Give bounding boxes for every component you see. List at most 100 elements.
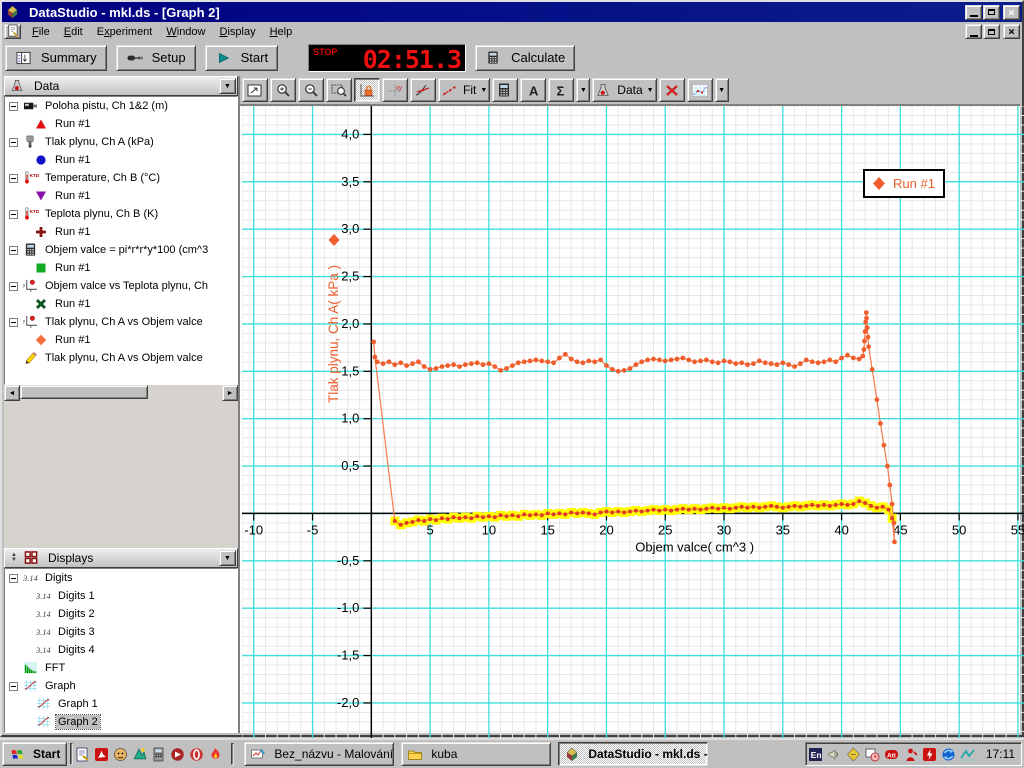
summary-button[interactable]: Summary	[5, 45, 107, 71]
splitter-arrows-icon[interactable]: ▲▼	[9, 553, 19, 563]
zoom-in-button[interactable]	[270, 78, 296, 102]
menu-window[interactable]: Window	[159, 24, 212, 40]
displays-panel-header[interactable]: ▲▼ Displays ▼	[4, 548, 238, 568]
data-tree-item[interactable]: yxObjem valce vs Teplota plynu, Ch	[5, 277, 237, 295]
start-menu-button[interactable]: Start	[2, 742, 67, 766]
data-panel-header[interactable]: Data ▼	[4, 76, 238, 96]
collapse-box[interactable]	[9, 174, 18, 183]
menu-file[interactable]: File	[25, 24, 57, 40]
displays-tree-item[interactable]: 3.14Digits	[5, 569, 237, 587]
quick-launch-wordpad[interactable]	[76, 743, 95, 765]
tray-volume[interactable]	[829, 746, 846, 762]
displays-tree-item[interactable]: Graph	[5, 677, 237, 695]
quick-launch-realplayer[interactable]	[171, 743, 190, 765]
statistics-dropdown-button[interactable]: ▼	[576, 78, 590, 102]
collapse-box[interactable]	[9, 282, 18, 291]
run-item[interactable]: Run #1	[5, 295, 237, 313]
displays-tree-child-item[interactable]: 3.14Digits 1	[5, 587, 237, 605]
displays-tree-item[interactable]: Histogram	[5, 731, 237, 733]
task-button[interactable]: kuba	[401, 742, 551, 766]
data-dropdown-button[interactable]: ▼	[219, 78, 236, 94]
collapse-box[interactable]	[9, 210, 18, 219]
quick-launch-imaging[interactable]	[133, 743, 152, 765]
collapse-box[interactable]	[9, 682, 18, 691]
mdi-close-button[interactable]: ×	[1003, 24, 1020, 39]
displays-tree-item[interactable]: FFT	[5, 659, 237, 677]
quick-launch-calculator-app[interactable]	[152, 743, 171, 765]
data-tree-hscrollbar[interactable]: ◄ ►	[4, 385, 238, 548]
tray-lang-en[interactable]: En	[810, 746, 827, 762]
zoom-select-button[interactable]	[326, 78, 352, 102]
tray-ati[interactable]: Ati	[886, 746, 903, 762]
quick-launch-opera[interactable]	[190, 743, 209, 765]
tray-task-clock[interactable]	[867, 746, 884, 762]
data-tree-item[interactable]: Tlak plynu, Ch A vs Objem valce	[5, 349, 237, 367]
fit-menu-button[interactable]: Fit▼	[438, 78, 490, 102]
menu-edit[interactable]: Edit	[57, 24, 90, 40]
run-item[interactable]: Run #1	[5, 223, 237, 241]
data-tree-item[interactable]: yxTlak plynu, Ch A vs Objem valce	[5, 313, 237, 331]
data-tree-item[interactable]: KTDTeplota plynu, Ch B (K)	[5, 205, 237, 223]
delete-button[interactable]	[659, 78, 685, 102]
scroll-left-button[interactable]: ◄	[4, 385, 20, 401]
tray-power-flash[interactable]	[924, 746, 941, 762]
collapse-box[interactable]	[9, 246, 18, 255]
data-tree-item[interactable]: Objem valce = pi*r*r*y*100 (cm^3	[5, 241, 237, 259]
displays-dropdown-button[interactable]: ▼	[219, 550, 236, 566]
minimize-button[interactable]	[965, 5, 982, 20]
document-icon[interactable]	[4, 24, 21, 39]
setup-button[interactable]: Setup	[116, 45, 196, 71]
chart-svg[interactable]: -2,0-1,5-1,0-0,50,51,01,52,02,53,03,54,0…	[242, 106, 1024, 738]
titlebar[interactable]: DataStudio - mkl.ds - [Graph 2] ×	[2, 2, 1022, 22]
collapse-box[interactable]	[9, 138, 18, 147]
text-note-button[interactable]: A	[520, 78, 546, 102]
slope-tool-button[interactable]	[410, 78, 436, 102]
scroll-right-button[interactable]: ►	[222, 385, 238, 401]
collapse-box[interactable]	[9, 318, 18, 327]
quick-launch-flame[interactable]	[209, 743, 228, 765]
displays-tree-child-item[interactable]: 3.14Digits 2	[5, 605, 237, 623]
scrollbar-thumb[interactable]	[20, 385, 148, 399]
collapse-box[interactable]	[9, 102, 18, 111]
run-item[interactable]: Run #1	[5, 115, 237, 133]
data-tree-item[interactable]: KTDTemperature, Ch B (°C)	[5, 169, 237, 187]
restore-button[interactable]	[983, 5, 1000, 20]
mdi-minimize-button[interactable]	[965, 24, 982, 39]
tray-red-man[interactable]	[905, 746, 922, 762]
menu-display[interactable]: Display	[213, 24, 263, 40]
data-tree-item[interactable]: Tlak plynu, Ch A (kPa)	[5, 133, 237, 151]
start-button[interactable]: Start	[205, 45, 278, 71]
statistics-button[interactable]: Σ	[548, 78, 574, 102]
tray-globe-arrows[interactable]	[943, 746, 960, 762]
graph-settings-button[interactable]	[687, 78, 713, 102]
run-item[interactable]: Run #1	[5, 331, 237, 349]
data-menu-button[interactable]: Data▼	[592, 78, 656, 102]
data-tree-item[interactable]: Poloha pistu, Ch 1&2 (m)	[5, 97, 237, 115]
calculate-button[interactable]: Calculate	[475, 45, 575, 71]
calculate-button[interactable]	[492, 78, 518, 102]
quick-launch-winamp[interactable]	[114, 743, 133, 765]
tray-shield-yellow[interactable]	[848, 746, 865, 762]
run-item[interactable]: Run #1	[5, 259, 237, 277]
xy-tool-button[interactable]: xy	[382, 78, 408, 102]
task-button[interactable]: DataStudio - mkl.ds - ...	[558, 742, 708, 766]
displays-tree-child-item[interactable]: 3.14Digits 3	[5, 623, 237, 641]
scale-to-fit-button[interactable]	[242, 78, 268, 102]
close-button[interactable]: ×	[1003, 5, 1020, 20]
menu-experiment[interactable]: Experiment	[90, 24, 160, 40]
collapse-box[interactable]	[9, 574, 18, 583]
displays-tree-child-item[interactable]: 3.14Digits 4	[5, 641, 237, 659]
zoom-out-button[interactable]	[298, 78, 324, 102]
displays-tree-child-item[interactable]: Graph 2	[5, 713, 237, 731]
run-item[interactable]: Run #1	[5, 151, 237, 169]
graph-settings-dropdown-button[interactable]: ▼	[715, 78, 729, 102]
smart-tool-button[interactable]	[354, 78, 380, 102]
chart-area[interactable]: -2,0-1,5-1,0-0,50,51,01,52,02,53,03,54,0…	[240, 106, 1020, 733]
run-item[interactable]: Run #1	[5, 187, 237, 205]
displays-tree-child-item[interactable]: Graph 1	[5, 695, 237, 713]
menu-help[interactable]: Help	[263, 24, 300, 40]
quick-launch-acrobat[interactable]	[95, 743, 114, 765]
legend[interactable]: Run #1	[864, 170, 944, 197]
tray-wave-line[interactable]	[962, 746, 979, 762]
mdi-restore-button[interactable]	[983, 24, 1000, 39]
